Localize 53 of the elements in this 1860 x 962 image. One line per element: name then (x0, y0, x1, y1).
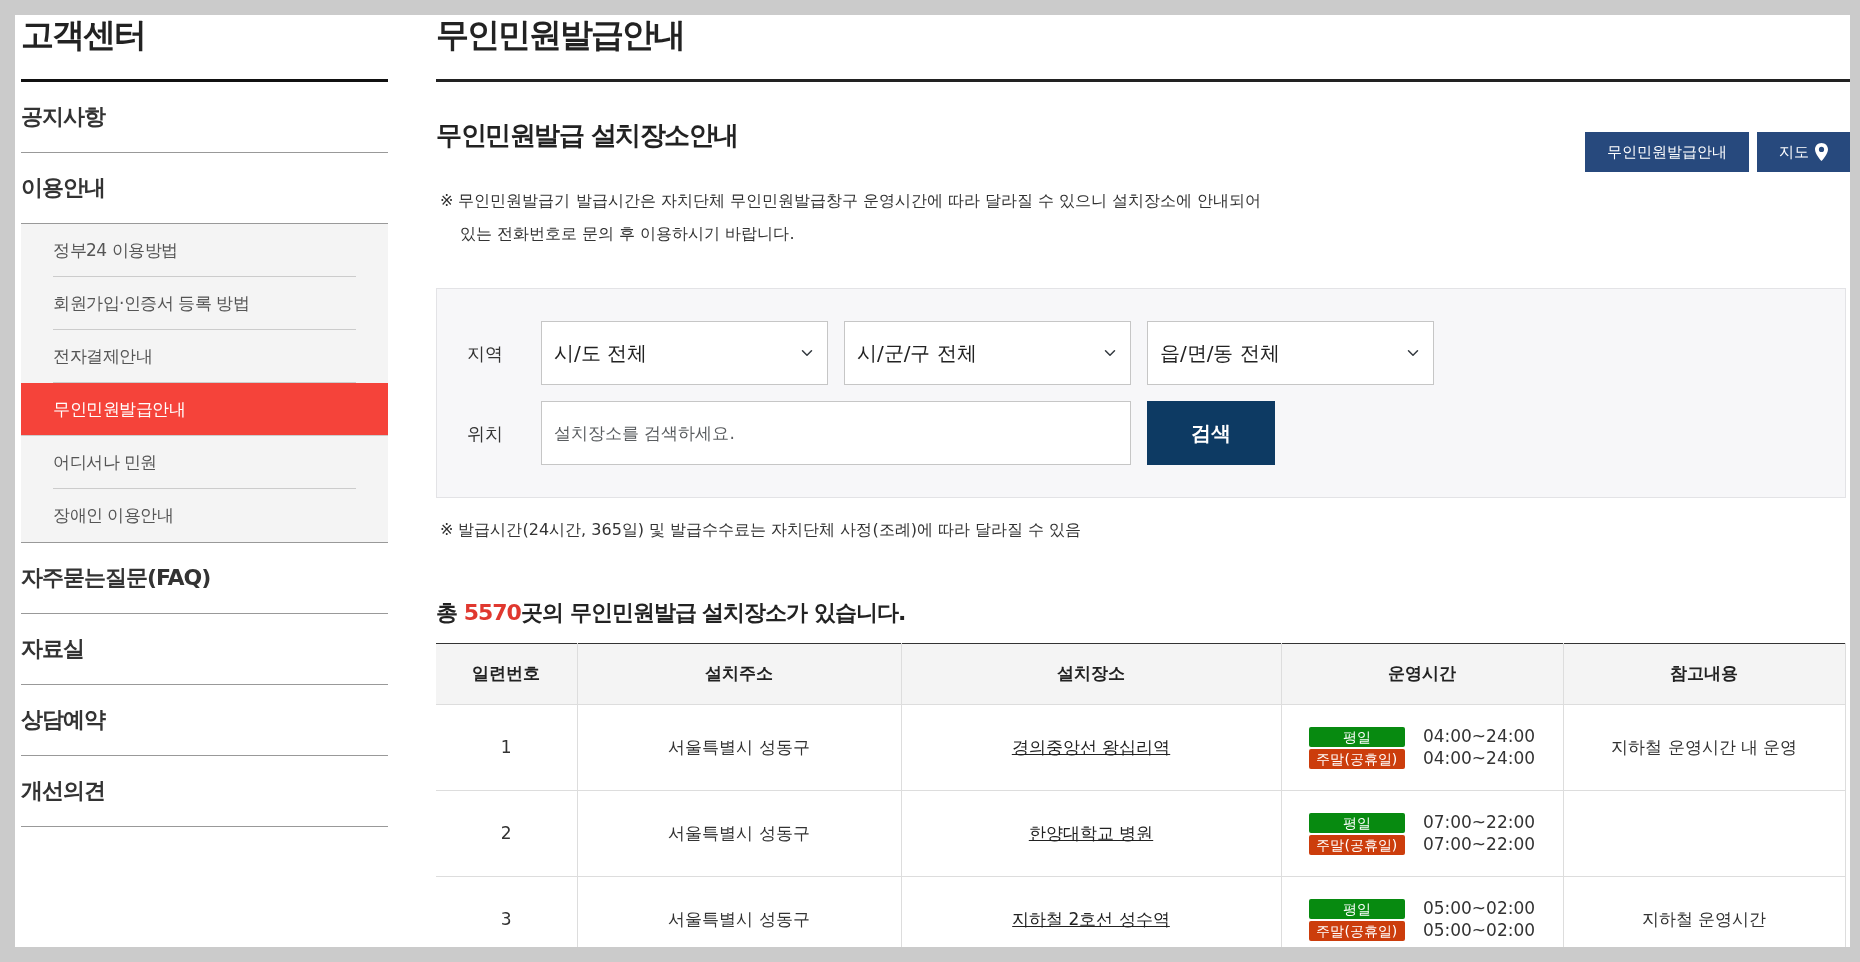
column-header: 운영시간 (1281, 643, 1563, 705)
column-header: 참고내용 (1563, 643, 1846, 705)
notice-text: 있는 전화번호로 문의 후 이용하시기 바랍니다. (459, 223, 796, 245)
sidebar-menu-item[interactable]: 자주묻는질문(FAQ) (21, 543, 388, 614)
column-header: 일련번호 (436, 643, 577, 705)
hours-text: 07:00~22:00 (1422, 814, 1536, 831)
notice-text: ※ 무인민원발급기 발급시간은 자치단체 무인민원발급창구 운영시간에 따라 달라질 수 있으니 설치장소에 안내되어 (440, 190, 1263, 212)
hours-text: 05:00~02:00 (1422, 922, 1536, 939)
hours-text: 04:00~24:00 (1422, 750, 1536, 767)
sidebar-submenu-item[interactable]: 회원가입·인증서 등록 방법 (53, 277, 356, 330)
place-link[interactable]: 한양대학교 병원 (1028, 822, 1154, 843)
table-cell: 1 (436, 704, 577, 791)
hours-text: 07:00~22:00 (1422, 836, 1536, 853)
region-label: 지역 (467, 341, 504, 366)
note-text: 지하철 운영시간 (1642, 908, 1767, 929)
hours-text: 04:00~24:00 (1422, 728, 1536, 745)
table-cell: 서울특별시 성동구 (577, 704, 901, 791)
header-button[interactable]: 무인민원발급안내 (1585, 132, 1749, 172)
map-button[interactable]: 지도 (1757, 132, 1850, 172)
column-header: 설치주소 (577, 643, 901, 705)
region-dropdown[interactable]: 시/도 전체 (541, 321, 828, 385)
schedule-tag: 평일 (1308, 726, 1405, 747)
column-header: 설치장소 (901, 643, 1281, 705)
page-title: 무인민원발급안내 (436, 15, 1850, 82)
note-text: 지하철 운영시간 내 운영 (1611, 736, 1798, 757)
region-dropdown[interactable]: 시/군/구 전체 (844, 321, 1131, 385)
section-title: 무인민원발급 설치장소안내 (436, 119, 738, 152)
search-field[interactable]: 설치장소를 검색하세요. (541, 401, 1131, 465)
sidebar-menu-item[interactable]: 자료실 (21, 614, 388, 685)
fee-note: ※ 발급시간(24시간, 365일) 및 발급수수료는 자치단체 사정(조례)에 따라 달라질 수 있음 (439, 519, 1083, 541)
location-label: 위치 (467, 421, 504, 446)
schedule-tag: 평일 (1308, 812, 1405, 833)
sidebar-submenu-item[interactable]: 정부24 이용방법 (53, 224, 356, 277)
search-button[interactable]: 검색 (1147, 401, 1275, 465)
location-pin-icon (1815, 143, 1828, 161)
schedule-tag: 주말(공휴일) (1308, 748, 1405, 769)
hours-text: 05:00~02:00 (1422, 900, 1536, 917)
schedule-tag: 주말(공휴일) (1308, 920, 1405, 941)
schedule-tag: 평일 (1308, 898, 1405, 919)
sidebar-menu-item[interactable]: 공지사항 (21, 82, 388, 153)
schedule-tag: 주말(공휴일) (1308, 834, 1405, 855)
sidebar-submenu-item[interactable]: 무인민원발급안내 (21, 383, 388, 436)
place-link[interactable]: 경의중앙선 왕십리역 (1011, 736, 1171, 757)
table-cell: 2 (436, 790, 577, 877)
region-dropdown[interactable]: 읍/면/동 전체 (1147, 321, 1434, 385)
sidebar-title: 고객센터 (21, 15, 388, 82)
table-cell: 서울특별시 성동구 (577, 790, 901, 877)
sidebar-menu-item[interactable]: 상담예약 (21, 685, 388, 756)
sidebar-menu-item[interactable]: 개선의견 (21, 756, 388, 827)
sidebar-submenu-item[interactable]: 장애인 이용안내 (53, 489, 356, 542)
sidebar-submenu-item[interactable]: 어디서나 민원 (53, 436, 356, 489)
result-summary: 총 5570곳의 무인민원발급 설치장소가 있습니다. (436, 599, 907, 627)
place-link[interactable]: 지하철 2호선 성수역 (1012, 908, 1170, 929)
